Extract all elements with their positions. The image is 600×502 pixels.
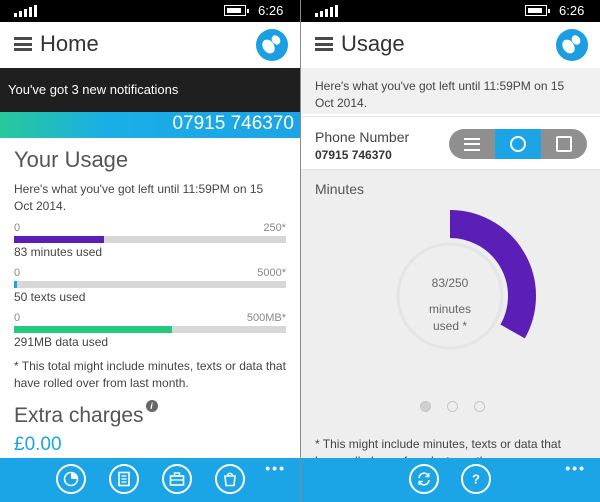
page-title: Usage <box>341 31 405 56</box>
meter-caption: 50 texts used <box>14 290 86 304</box>
page-indicator <box>420 401 485 412</box>
phone-number: 07915 746370 <box>315 148 392 162</box>
minutes-meter: 0 250* 83 minutes used <box>14 222 286 260</box>
donut-label: minutes used * <box>400 301 500 335</box>
donut-value: 83/250 <box>431 276 469 290</box>
status-bar: 6:26 <box>0 0 300 22</box>
brand-logo-icon[interactable] <box>556 29 588 61</box>
page-dot[interactable] <box>474 401 485 412</box>
donut-label-line: minutes <box>428 302 472 316</box>
info-icon[interactable]: i <box>145 400 158 412</box>
app-header: Home <box>0 22 300 68</box>
usage-screen: 6:26 Usage Here's what you've got left u… <box>301 0 600 502</box>
donut-center: 83/250 minutes used * <box>400 246 500 346</box>
notification-banner[interactable]: You've got 3 new notifications <box>0 68 300 112</box>
meter-fill <box>14 326 173 333</box>
svg-text:?: ? <box>472 472 480 487</box>
app-header: Usage <box>301 22 600 68</box>
briefcase-icon[interactable] <box>162 464 192 494</box>
meter-max-label: 5000* <box>257 267 286 279</box>
your-usage-title: Your Usage <box>14 147 129 172</box>
meter-track <box>14 281 286 288</box>
notification-text: You've got 3 new notifications <box>8 82 179 97</box>
meter-caption: 83 minutes used <box>14 245 103 259</box>
extra-charges-title: Extra charges i <box>14 400 158 428</box>
tile-view-icon[interactable] <box>541 129 587 159</box>
phone-number-label: Phone Number <box>315 129 410 145</box>
brand-logo-icon[interactable] <box>256 29 288 61</box>
more-options-icon[interactable]: ••• <box>265 460 286 476</box>
page-dot[interactable] <box>447 401 458 412</box>
extra-charges-label: Extra charges <box>14 404 144 427</box>
home-content: Your Usage Here's what you've got left u… <box>0 138 300 458</box>
meter-max-label: 250* <box>263 222 286 234</box>
minutes-heading: Minutes <box>315 181 365 197</box>
rollover-footnote: * This might include minutes, texts or d… <box>315 437 561 458</box>
minutes-donut: 83/250 minutes used * <box>396 210 536 350</box>
document-icon[interactable] <box>109 464 139 494</box>
texts-meter: 0 5000* 50 texts used <box>14 267 286 305</box>
menu-icon[interactable] <box>315 37 333 51</box>
page-title: Home <box>40 31 99 56</box>
list-view-icon[interactable] <box>449 129 495 159</box>
phone-number-row: Phone Number 07915 746370 <box>301 116 600 170</box>
more-options-icon[interactable]: ••• <box>565 460 586 476</box>
meter-min-label: 0 <box>14 267 21 279</box>
status-bar: 6:26 <box>301 0 600 22</box>
allowance-period-text: Here's what you've got left until 11:59P… <box>14 182 264 213</box>
circle-view-icon[interactable] <box>495 129 541 159</box>
data-meter: 0 500MB* 291MB data used <box>14 312 286 350</box>
meter-caption: 291MB data used <box>14 335 109 349</box>
phone-number: 07915 746370 <box>172 113 294 134</box>
refresh-icon[interactable] <box>409 464 439 494</box>
signal-strength-icon <box>315 5 338 17</box>
battery-icon <box>224 5 249 16</box>
usage-content: Minutes 83/250 minutes used * * This migh… <box>301 170 600 458</box>
pie-chart-icon[interactable] <box>56 464 86 494</box>
allowance-period-block: Here's what you've got left until 11:59P… <box>301 68 600 114</box>
phone-number-banner: 07915 746370 <box>0 112 300 138</box>
app-bar: ••• <box>0 458 300 502</box>
home-screen: 6:26 Home You've got 3 new notifications… <box>0 0 300 502</box>
meter-fill <box>14 281 17 288</box>
page-dot[interactable] <box>420 401 431 412</box>
help-icon[interactable]: ? <box>461 464 491 494</box>
meter-track <box>14 236 286 243</box>
meter-min-label: 0 <box>14 222 21 234</box>
allowance-period-text: Here's what you've got left until 11:59P… <box>315 79 565 110</box>
extra-charges-amount: £0.00 <box>14 434 62 455</box>
meter-fill <box>14 236 105 243</box>
meter-track <box>14 326 286 333</box>
menu-icon[interactable] <box>14 37 32 51</box>
signal-strength-icon <box>14 5 37 17</box>
meter-min-label: 0 <box>14 312 21 324</box>
status-time: 6:26 <box>559 3 585 18</box>
battery-icon <box>525 5 550 16</box>
app-bar: ••• ? <box>301 458 600 502</box>
shopping-bag-icon[interactable] <box>215 464 245 494</box>
meter-max-label: 500MB* <box>246 312 286 324</box>
status-time: 6:26 <box>258 3 284 18</box>
donut-label-line: used * <box>432 319 468 333</box>
view-toggle <box>449 129 587 159</box>
rollover-footnote: * This total might include minutes, text… <box>14 359 286 390</box>
